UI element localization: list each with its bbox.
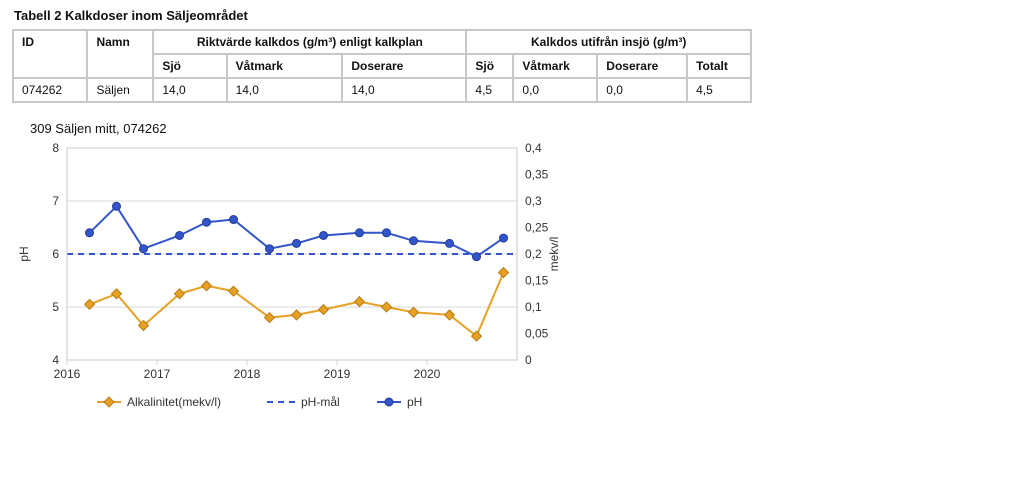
svg-text:0,35: 0,35 [525, 168, 549, 182]
legend-ph: pH [407, 395, 422, 409]
y-right-label: mekv/l [547, 237, 561, 272]
col-group-riktvarde: Riktvärde kalkdos (g/m³) enligt kalkplan [153, 30, 466, 54]
table-caption: Tabell 2 Kalkdoser inom Säljeområdet [14, 8, 1012, 23]
table-header-row-1: ID Namn Riktvärde kalkdos (g/m³) enligt … [13, 30, 751, 54]
cell-g2-sjo: 4,5 [466, 78, 513, 102]
cell-g1-vat: 14,0 [227, 78, 343, 102]
chart-svg: 4 5 6 7 8 0 0,05 0,1 0,15 0,2 0,25 0,3 0,35 0,4 2016 20… [12, 140, 572, 420]
sub-dos-1: Doserare [342, 54, 466, 78]
cell-g2-tot: 4,5 [687, 78, 751, 102]
svg-text:7: 7 [52, 194, 59, 208]
cell-g2-dos: 0,0 [597, 78, 687, 102]
sub-sjo-1: Sjö [153, 54, 226, 78]
svg-text:4: 4 [52, 353, 59, 367]
sub-tot: Totalt [687, 54, 751, 78]
alk-series [90, 273, 504, 337]
cell-g1-dos: 14,0 [342, 78, 466, 102]
col-id: ID [13, 30, 87, 78]
table-row: 074262 Säljen 14,0 14,0 14,0 4,5 0,0 0,0… [13, 78, 751, 102]
svg-text:2020: 2020 [414, 367, 441, 381]
svg-text:6: 6 [52, 247, 59, 261]
sub-vat-2: Våtmark [513, 54, 597, 78]
col-group-insjo: Kalkdos utifrån insjö (g/m³) [466, 30, 751, 54]
svg-text:2019: 2019 [324, 367, 351, 381]
cell-g1-sjo: 14,0 [153, 78, 226, 102]
svg-text:0: 0 [525, 353, 532, 367]
svg-text:0,4: 0,4 [525, 141, 542, 155]
legend-goal: pH-mål [301, 395, 340, 409]
y-left-label: pH [17, 246, 31, 261]
svg-text:0,25: 0,25 [525, 221, 549, 235]
svg-text:2016: 2016 [54, 367, 81, 381]
svg-text:2017: 2017 [144, 367, 171, 381]
ph-series [90, 206, 504, 256]
sub-dos-2: Doserare [597, 54, 687, 78]
cell-id: 074262 [13, 78, 87, 102]
svg-text:0,3: 0,3 [525, 194, 542, 208]
chart-title: 309 Säljen mitt, 074262 [30, 121, 572, 136]
kalk-table: ID Namn Riktvärde kalkdos (g/m³) enligt … [12, 29, 752, 103]
sub-sjo-2: Sjö [466, 54, 513, 78]
svg-text:5: 5 [52, 300, 59, 314]
sub-vat-1: Våtmark [227, 54, 343, 78]
svg-text:0,15: 0,15 [525, 274, 549, 288]
cell-namn: Säljen [87, 78, 153, 102]
svg-text:8: 8 [52, 141, 59, 155]
svg-text:0,2: 0,2 [525, 247, 542, 261]
col-namn: Namn [87, 30, 153, 78]
svg-text:0,1: 0,1 [525, 300, 542, 314]
cell-g2-vat: 0,0 [513, 78, 597, 102]
chart-container: 309 Säljen mitt, 074262 4 5 6 7 8 0 0,05 0,1 0,1… [12, 121, 572, 420]
svg-text:2018: 2018 [234, 367, 261, 381]
svg-text:0,05: 0,05 [525, 327, 549, 341]
legend-alk: Alkalinitet(mekv/l) [127, 395, 221, 409]
